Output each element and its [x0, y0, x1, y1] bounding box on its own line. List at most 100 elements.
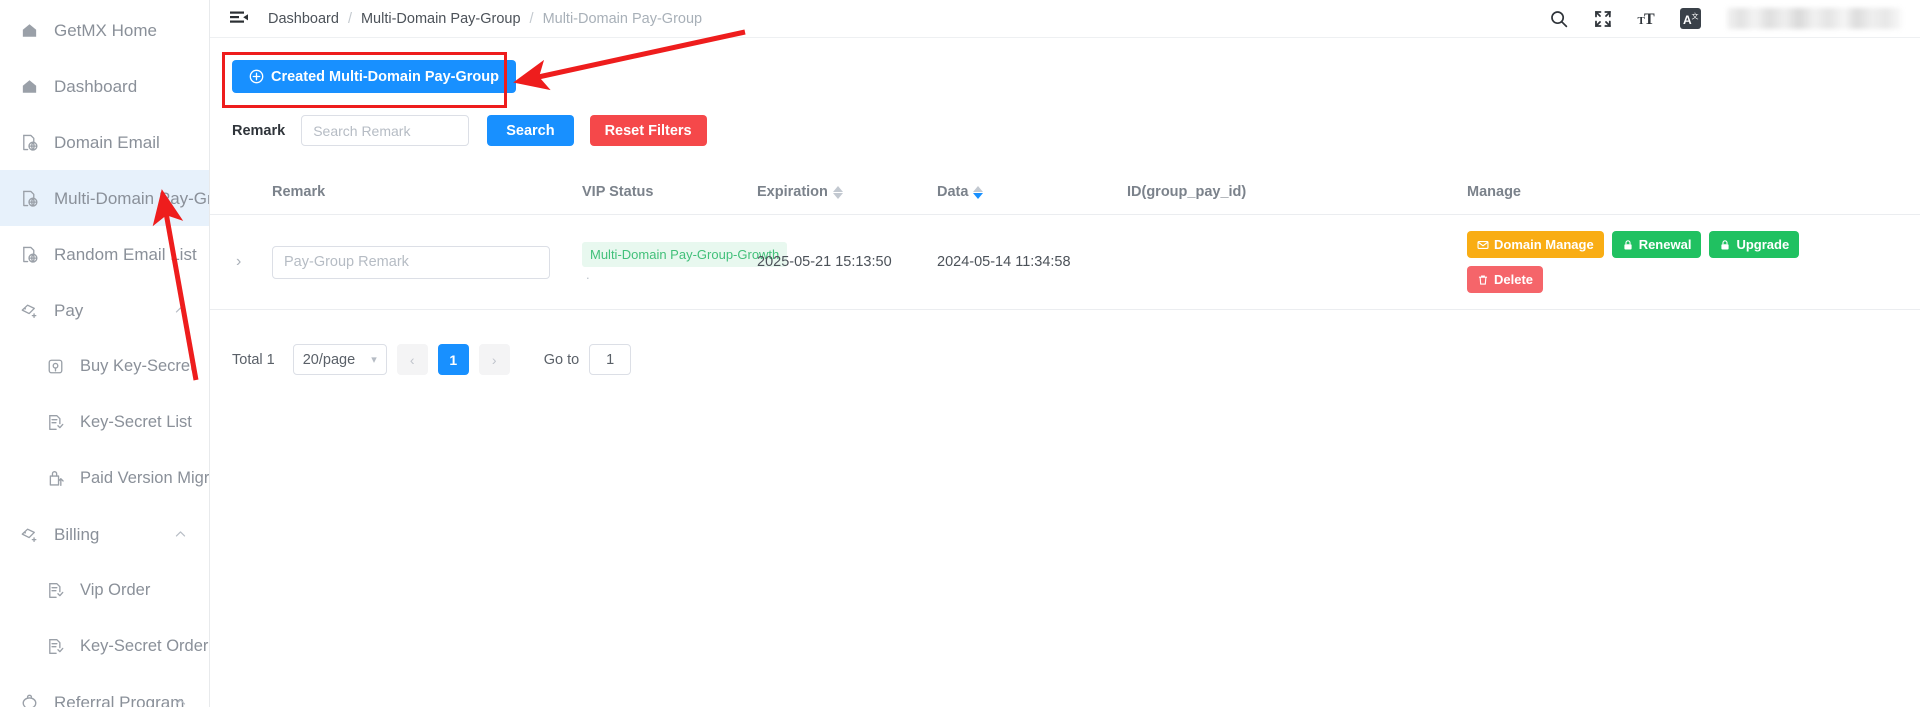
domain-manage-button[interactable]: Domain Manage [1467, 231, 1604, 258]
search-icon[interactable] [1548, 8, 1570, 30]
chevron-right-icon[interactable]: › [210, 253, 241, 270]
row-vip-status-cell: Multi-Domain Pay-Group-Growth. [582, 214, 788, 310]
referral-icon [18, 691, 40, 707]
font-size-icon[interactable]: T T [1636, 8, 1658, 30]
sidebar-item-pay[interactable]: Pay [0, 282, 209, 338]
sidebar-item-multi-domain-pay-group[interactable]: Multi-Domain Pay-Group [0, 170, 209, 226]
svg-text:T: T [1644, 11, 1655, 28]
translate-icon[interactable]: A 文 [1680, 8, 1701, 29]
pagination: Total 1 20/page ▾ ‹ 1 › Go to [210, 310, 1920, 375]
pagination-prev-button[interactable]: ‹ [396, 344, 428, 375]
table-col-expiration[interactable]: Expiration [757, 170, 937, 215]
domain-email-icon [18, 187, 40, 209]
reset-filters-button[interactable]: Reset Filters [589, 115, 707, 146]
buy-key-icon [44, 355, 66, 377]
chevron-up-icon[interactable] [174, 696, 187, 707]
svg-text:文: 文 [1691, 11, 1698, 20]
pay-icon [18, 299, 40, 321]
domain-email-icon [18, 131, 40, 153]
breadcrumb-item-1[interactable]: Multi-Domain Pay-Group [361, 11, 521, 27]
pagination-goto-input[interactable] [589, 344, 632, 375]
pagination-next-button[interactable]: › [478, 344, 510, 375]
mail-icon [1477, 239, 1489, 251]
sidebar-item-key-secret-order[interactable]: Key-Secret Order [0, 618, 209, 674]
pay-group-table: Remark VIP Status Expiration Data ID(gro… [210, 170, 1920, 310]
sidebar-item-dashboard[interactable]: Dashboard [0, 58, 209, 114]
home-icon [18, 75, 40, 97]
action-label: Upgrade [1736, 237, 1790, 252]
chevron-up-icon[interactable] [174, 304, 187, 317]
page-size-select[interactable]: 20/page ▾ [292, 344, 387, 375]
chevron-up-icon[interactable] [174, 528, 187, 541]
page-content: Created Multi-Domain Pay-Group Remark Se… [210, 38, 1920, 707]
sidebar-item-vip-order[interactable]: Vip Order [0, 562, 209, 618]
main-area: Dashboard / Multi-Domain Pay-Group / Multi-D… [210, 0, 1920, 707]
breadcrumb-item-0[interactable]: Dashboard [268, 11, 339, 27]
sidebar-item-billing[interactable]: Billing [0, 506, 209, 562]
col-label-manage: Manage [1467, 184, 1521, 200]
sidebar-item-getmx-home[interactable]: GetMX Home [0, 2, 209, 58]
table-col-id: ID(group_pay_id) [1127, 170, 1467, 215]
breadcrumb-separator: / [347, 10, 352, 27]
sidebar-item-buy-key-secret[interactable]: Buy Key-Secret [0, 338, 209, 394]
pay-icon [18, 523, 40, 545]
create-pay-group-button[interactable]: Created Multi-Domain Pay-Group [232, 60, 516, 93]
col-label-vip-status: VIP Status [582, 184, 654, 200]
table-header-row: Remark VIP Status Expiration Data ID(gro… [210, 170, 1920, 215]
renewal-button[interactable]: Renewal [1611, 231, 1702, 258]
col-label-id: ID(group_pay_id) [1127, 184, 1247, 200]
chevron-down-icon: ▾ [371, 354, 377, 366]
search-button[interactable]: Search [487, 115, 574, 146]
sort-data-icon[interactable] [973, 185, 984, 199]
sidebar: GetMX Home Dashboard Domain Email Multi-Dom… [0, 0, 210, 707]
sidebar-item-label: Vip Order [80, 580, 151, 599]
create-pay-group-label: Created Multi-Domain Pay-Group [271, 68, 499, 85]
breadcrumb: Dashboard / Multi-Domain Pay-Group / Multi-D… [268, 11, 702, 27]
sidebar-item-paid-version-migration[interactable]: Paid Version Migration [0, 450, 209, 506]
action-label: Domain Manage [1494, 237, 1594, 252]
app-root: GetMX Home Dashboard Domain Email Multi-Dom… [0, 0, 1920, 707]
lock-icon [1719, 239, 1731, 251]
user-account-menu[interactable] [1727, 8, 1902, 29]
breadcrumb-item-2: Multi-Domain Pay-Group [542, 10, 703, 27]
vip-suffix: . [586, 266, 590, 282]
fullscreen-icon[interactable] [1592, 8, 1614, 30]
action-label: Renewal [1638, 237, 1692, 252]
sidebar-item-label: Key-Secret Order [80, 636, 209, 655]
sidebar-item-label: Key-Secret List [80, 412, 192, 431]
sidebar-item-label: Dashboard [54, 76, 138, 96]
row-remark-cell [272, 214, 582, 310]
row-remark-input[interactable] [272, 245, 550, 279]
row-data-cell: 2024-05-14 11:34:58 [937, 214, 1127, 310]
migration-icon [44, 467, 66, 489]
pagination-page-1[interactable]: 1 [437, 344, 469, 375]
sidebar-item-key-secret-list[interactable]: Key-Secret List [0, 394, 209, 450]
sidebar-item-random-email-list[interactable]: Random Email List [0, 226, 209, 282]
row-action-group: Domain Manage Renewal Upgrade Delete [1467, 231, 1807, 293]
sidebar-item-referral-program[interactable]: Referral Program [0, 674, 209, 707]
pagination-total: Total 1 [232, 351, 275, 368]
col-label-remark: Remark [272, 184, 326, 200]
home-icon [18, 19, 40, 41]
row-id-cell [1127, 214, 1467, 310]
pagination-goto-label: Go to [543, 351, 580, 368]
list-icon [44, 579, 66, 601]
sidebar-item-label: Buy Key-Secret [80, 356, 195, 375]
table-col-data[interactable]: Data [937, 170, 1127, 215]
sidebar-item-domain-email[interactable]: Domain Email [0, 114, 209, 170]
menu-fold-icon[interactable] [228, 8, 250, 30]
sidebar-item-label: Billing [54, 524, 100, 544]
table-col-remark: Remark [272, 170, 582, 215]
action-label: Delete [1494, 272, 1534, 287]
upgrade-button[interactable]: Upgrade [1709, 231, 1800, 258]
delete-button[interactable]: Delete [1467, 266, 1544, 293]
search-remark-input[interactable] [301, 115, 470, 146]
table-col-vip-status: VIP Status [582, 170, 757, 215]
sidebar-item-label: Pay [54, 300, 84, 320]
topbar: Dashboard / Multi-Domain Pay-Group / Multi-D… [210, 0, 1920, 38]
sort-expiration-icon[interactable] [832, 185, 843, 199]
table-row: › Multi-Domain Pay-Group-Growth.2025-05-2… [210, 214, 1920, 310]
col-label-expiration: Expiration [757, 184, 828, 200]
sidebar-item-label: GetMX Home [54, 20, 157, 40]
table-col-expander [210, 170, 272, 215]
